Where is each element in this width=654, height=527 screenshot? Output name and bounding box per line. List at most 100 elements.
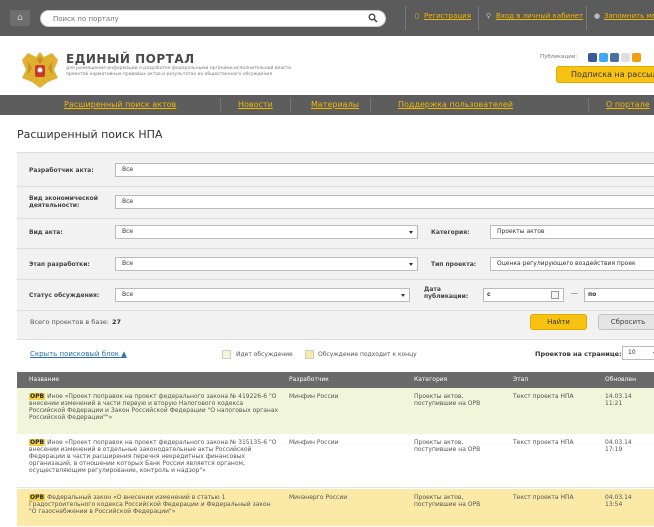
rss-icon[interactable] — [632, 53, 641, 62]
separator — [588, 98, 589, 112]
divider — [17, 186, 654, 187]
date-from-field[interactable]: с — [483, 288, 564, 302]
orv-badge: ОРВ — [29, 439, 46, 446]
date-to-field[interactable]: по — [584, 288, 654, 302]
row-category: Проекты актов, поступившие на ОРВ — [414, 439, 481, 453]
developer-select[interactable]: Все — [115, 163, 654, 177]
twitter-icon[interactable] — [599, 53, 608, 62]
filter-panel: Разработчик акта: Все Вид экономической … — [17, 152, 654, 340]
row-developer: Минфин России — [289, 393, 339, 400]
date-dash: — — [571, 289, 578, 297]
legend-swatch-active — [222, 350, 231, 359]
row-title-text: Федеральный закон «О внесении изменений … — [29, 494, 271, 515]
project-type-value: Оценка регулирующего воздействия проек — [497, 260, 636, 267]
act-type-label: Вид акта: — [29, 229, 63, 236]
nav-item-advanced-search[interactable]: Расширенный поиск актов — [64, 100, 176, 109]
reset-button[interactable]: Сбросить — [598, 314, 654, 330]
per-page-label: Проектов на странице: — [535, 350, 622, 358]
calendar-icon[interactable] — [551, 291, 559, 299]
table-row[interactable]: ОРВ Федеральный закон «О внесении изменен… — [17, 489, 654, 527]
remember-link[interactable]: Запомнить ме — [604, 12, 654, 20]
row-category: Проекты актов, поступившие на ОРВ — [414, 494, 481, 508]
total-label: Всего проектов в базе: — [30, 318, 109, 326]
row-title-text: Иное «Проект поправок на проект федераль… — [29, 393, 279, 421]
row-date: 14.03.14 — [605, 393, 632, 400]
facebook-icon[interactable] — [588, 53, 597, 62]
hide-search-link[interactable]: Скрыть поисковый блок ▲ — [30, 350, 127, 358]
row-date: 04.03.14 — [605, 439, 632, 446]
date-from-prefix: с — [487, 291, 491, 298]
stage-select[interactable]: Все — [115, 257, 418, 271]
portal-title[interactable]: ЕДИНЫЙ ПОРТАЛ — [66, 52, 195, 66]
coat-of-arms-icon[interactable] — [18, 48, 62, 90]
nav-item-materials[interactable]: Материалы — [311, 100, 359, 109]
activity-select[interactable]: Все — [115, 195, 654, 209]
legend-swatch-ending — [305, 350, 314, 359]
search-icon[interactable] — [368, 13, 378, 23]
row-developer: Минфин России — [289, 439, 339, 446]
date-to-prefix: по — [588, 291, 597, 298]
find-button[interactable]: Найти — [530, 314, 587, 330]
column-header-developer[interactable]: Разработчик — [289, 376, 329, 383]
divider — [17, 218, 654, 219]
row-date: 04.03.14 — [605, 494, 632, 501]
status-select[interactable]: Все — [115, 288, 410, 302]
divider — [17, 310, 654, 311]
column-header-title[interactable]: Название — [29, 376, 59, 383]
stage-value: Все — [122, 260, 134, 267]
per-page-select[interactable]: 10 — [622, 346, 654, 360]
row-time: 13:54 — [605, 501, 623, 508]
total-count: 27 — [112, 318, 122, 326]
row-title-text: Иное «Проект поправок на проект федераль… — [29, 439, 277, 474]
row-title[interactable]: ОРВ Иное «Проект поправок на проект федер… — [29, 439, 279, 474]
nav-item-support[interactable]: Поддержка пользователей — [398, 100, 513, 109]
row-title[interactable]: ОРВ Федеральный закон «О внесении изменен… — [29, 494, 279, 515]
vk-icon[interactable] — [610, 53, 619, 62]
nav-item-news[interactable]: Новости — [238, 100, 273, 109]
row-category: Проекты актов, поступившие на ОРВ — [414, 393, 481, 407]
column-header-updated[interactable]: Обновлен — [605, 376, 636, 383]
orv-badge: ОРВ — [29, 393, 46, 400]
page-title: Расширенный поиск НПА — [17, 128, 163, 141]
search-box — [40, 10, 386, 27]
table-row[interactable]: ОРВ Иное «Проект поправок на проект федер… — [17, 388, 654, 435]
register-link[interactable]: Регистрация — [424, 12, 471, 20]
home-icon[interactable]: ⌂ — [10, 10, 30, 26]
divider — [17, 248, 654, 249]
column-header-stage[interactable]: Этап — [513, 376, 528, 383]
developer-label: Разработчик акта: — [29, 167, 94, 174]
project-type-select[interactable]: Оценка регулирующего воздействия проек — [490, 257, 654, 271]
row-stage: Текст проекта НПА — [513, 494, 574, 501]
login-link[interactable]: Вход в личный кабинет — [496, 12, 583, 20]
category-select[interactable]: Проекты актов — [490, 225, 654, 239]
divider — [17, 279, 654, 280]
share-icon[interactable] — [621, 53, 630, 62]
column-header-category[interactable]: Категория — [414, 376, 447, 383]
category-label: Категория: — [431, 229, 470, 236]
top-bar: ⌂ ▯ Регистрация ⚲ Вход в личный кабинет … — [0, 0, 654, 36]
chevron-down-icon — [401, 294, 405, 297]
row-title[interactable]: ОРВ Иное «Проект поправок на проект федер… — [29, 393, 279, 421]
per-page-value: 10 — [628, 349, 636, 356]
table-row[interactable]: ОРВ Иное «Проект поправок на проект федер… — [17, 435, 654, 488]
row-stage: Текст проекта НПА — [513, 439, 574, 446]
row-time: 17:19 — [605, 446, 623, 453]
row-developer: Минэнерго России — [289, 494, 348, 501]
search-input[interactable] — [53, 13, 353, 25]
row-stage: Текст проекта НПА — [513, 393, 574, 400]
orv-badge: ОРВ — [29, 494, 46, 501]
nav-item-about[interactable]: О портале — [606, 100, 650, 109]
separator — [220, 98, 221, 112]
table-header: Название Разработчик Категория Этап Обно… — [17, 372, 654, 388]
user-icon: ▯ — [415, 12, 419, 20]
status-value: Все — [122, 291, 134, 298]
separator — [370, 98, 371, 112]
separator — [405, 6, 406, 30]
legend-ending-label: Обсуждение подходит к концу — [318, 351, 417, 358]
publications-label: Публикации: — [540, 54, 578, 60]
separator — [478, 6, 479, 30]
act-type-select[interactable]: Все — [115, 225, 418, 239]
key-icon: ⚲ — [486, 12, 492, 20]
subscribe-button[interactable]: Подписка на рассылку — [556, 66, 654, 83]
activity-value: Все — [122, 198, 134, 205]
